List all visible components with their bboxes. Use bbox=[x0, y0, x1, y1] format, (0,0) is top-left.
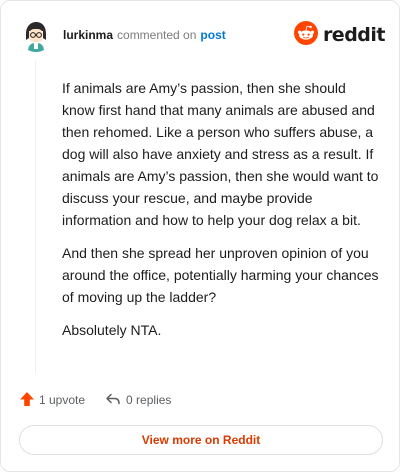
comment-header: lurkinma commented on post reddit bbox=[19, 15, 386, 55]
comment-footer: 1 upvote 0 replies bbox=[19, 389, 171, 411]
comment-embed-card: lurkinma commented on post reddit If ani… bbox=[0, 0, 400, 472]
upvote-arrow-icon bbox=[19, 391, 35, 410]
view-more-button[interactable]: View more on Reddit bbox=[19, 425, 383, 455]
reddit-logo-icon bbox=[293, 20, 318, 50]
upvote-count: 1 upvote bbox=[39, 393, 86, 407]
comment-paragraph: If animals are Amy’s passion, then she s… bbox=[62, 80, 379, 228]
username-link[interactable]: lurkinma bbox=[63, 28, 113, 42]
comment-body: If animals are Amy’s passion, then she s… bbox=[62, 77, 380, 352]
comment-meta: lurkinma commented on post bbox=[63, 28, 226, 42]
reddit-brand-link[interactable]: reddit bbox=[293, 20, 386, 50]
avatar-icon[interactable] bbox=[19, 18, 53, 52]
replies-button[interactable]: 0 replies bbox=[105, 391, 171, 410]
reddit-wordmark: reddit bbox=[322, 24, 386, 46]
replies-count: 0 replies bbox=[126, 393, 172, 407]
comment-paragraph: And then she spread her unproven opinion… bbox=[62, 245, 379, 305]
upvote-button[interactable]: 1 upvote bbox=[19, 391, 85, 410]
thread-line[interactable] bbox=[35, 61, 36, 373]
comment-paragraph: Absolutely NTA. bbox=[62, 322, 162, 338]
post-link[interactable]: post bbox=[200, 28, 225, 42]
reply-arrow-icon bbox=[105, 391, 121, 410]
action-text: commented on bbox=[117, 28, 197, 42]
